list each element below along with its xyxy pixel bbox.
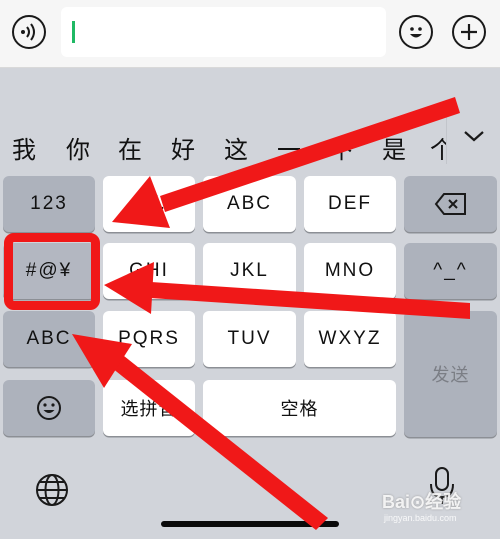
backspace-icon [434,193,466,215]
candidate-expand-button[interactable] [446,108,500,164]
watermark-logo: Bai⊙经验 [382,492,462,512]
candidate-word[interactable]: 你 [66,130,90,165]
message-input[interactable] [61,7,386,57]
candidate-word[interactable]: 下 [330,130,354,165]
emoji-button[interactable] [399,15,433,49]
key-tuv[interactable]: TUV [203,311,296,367]
annotation-highlight-box [4,233,100,310]
abc-switch-key[interactable]: ABC [3,311,95,367]
key-jkl[interactable]: JKL [203,243,296,299]
numbers-key-label: 123 [30,193,68,214]
key-wxyz[interactable]: WXYZ [304,311,396,367]
emoji-key[interactable] [3,380,95,436]
send-key-label: 发送 [431,365,470,386]
key-ghi-label: GHI [129,260,169,281]
select-pinyin-key-label: 选拼音 [120,399,178,420]
home-indicator[interactable] [161,521,339,527]
voice-button[interactable] [12,15,46,49]
kaomoji-key-label: ^_^ [433,260,468,281]
candidate-word[interactable]: 我 [12,130,36,165]
space-key-label: 空格 [280,399,319,420]
abc-switch-key-label: ABC [26,328,72,349]
key-tuv-label: TUV [227,328,272,349]
voice-wave-icon [21,23,35,41]
plus-button[interactable] [452,15,486,49]
key-def[interactable]: DEF [304,176,396,232]
numbers-key[interactable]: 123 [3,176,95,232]
input-bar [0,0,500,68]
key-ghi[interactable]: GHI [103,243,195,299]
key-pqrs[interactable]: PQRS [103,311,195,367]
key-1-label: @/. [131,193,167,214]
backspace-key[interactable] [404,176,497,232]
candidate-word[interactable]: 是 [382,130,406,165]
kaomoji-key[interactable]: ^_^ [404,243,497,299]
select-pinyin-key[interactable]: 选拼音 [103,380,195,436]
candidate-word[interactable]: 这 [224,130,248,165]
key-wxyz-label: WXYZ [318,328,382,349]
key-def-label: DEF [328,193,372,214]
chevron-down-icon [463,131,484,142]
key-pqrs-label: PQRS [118,328,180,349]
smile-face-icon [37,396,61,420]
plus-circle-icon [461,24,477,40]
globe-icon [36,474,68,506]
smile-face-icon [410,27,422,38]
key-jkl-label: JKL [230,260,269,281]
key-1[interactable]: @/. [103,176,195,232]
candidate-word[interactable]: 一 [277,130,301,165]
key-abc[interactable]: ABC [203,176,296,232]
key-mno[interactable]: MNO [304,243,396,299]
key-abc-label: ABC [226,193,273,214]
candidate-word[interactable]: 在 [118,130,142,165]
candidate-word[interactable]: 个 [430,130,446,165]
text-caret [72,21,75,43]
globe-button[interactable] [34,472,70,508]
candidate-word[interactable]: 好 [171,130,195,165]
watermark-url: jingyan.baidu.com [384,513,457,523]
send-key[interactable]: 发送 [404,311,497,437]
space-key[interactable]: 空格 [203,380,396,436]
key-mno-label: MNO [324,260,376,281]
